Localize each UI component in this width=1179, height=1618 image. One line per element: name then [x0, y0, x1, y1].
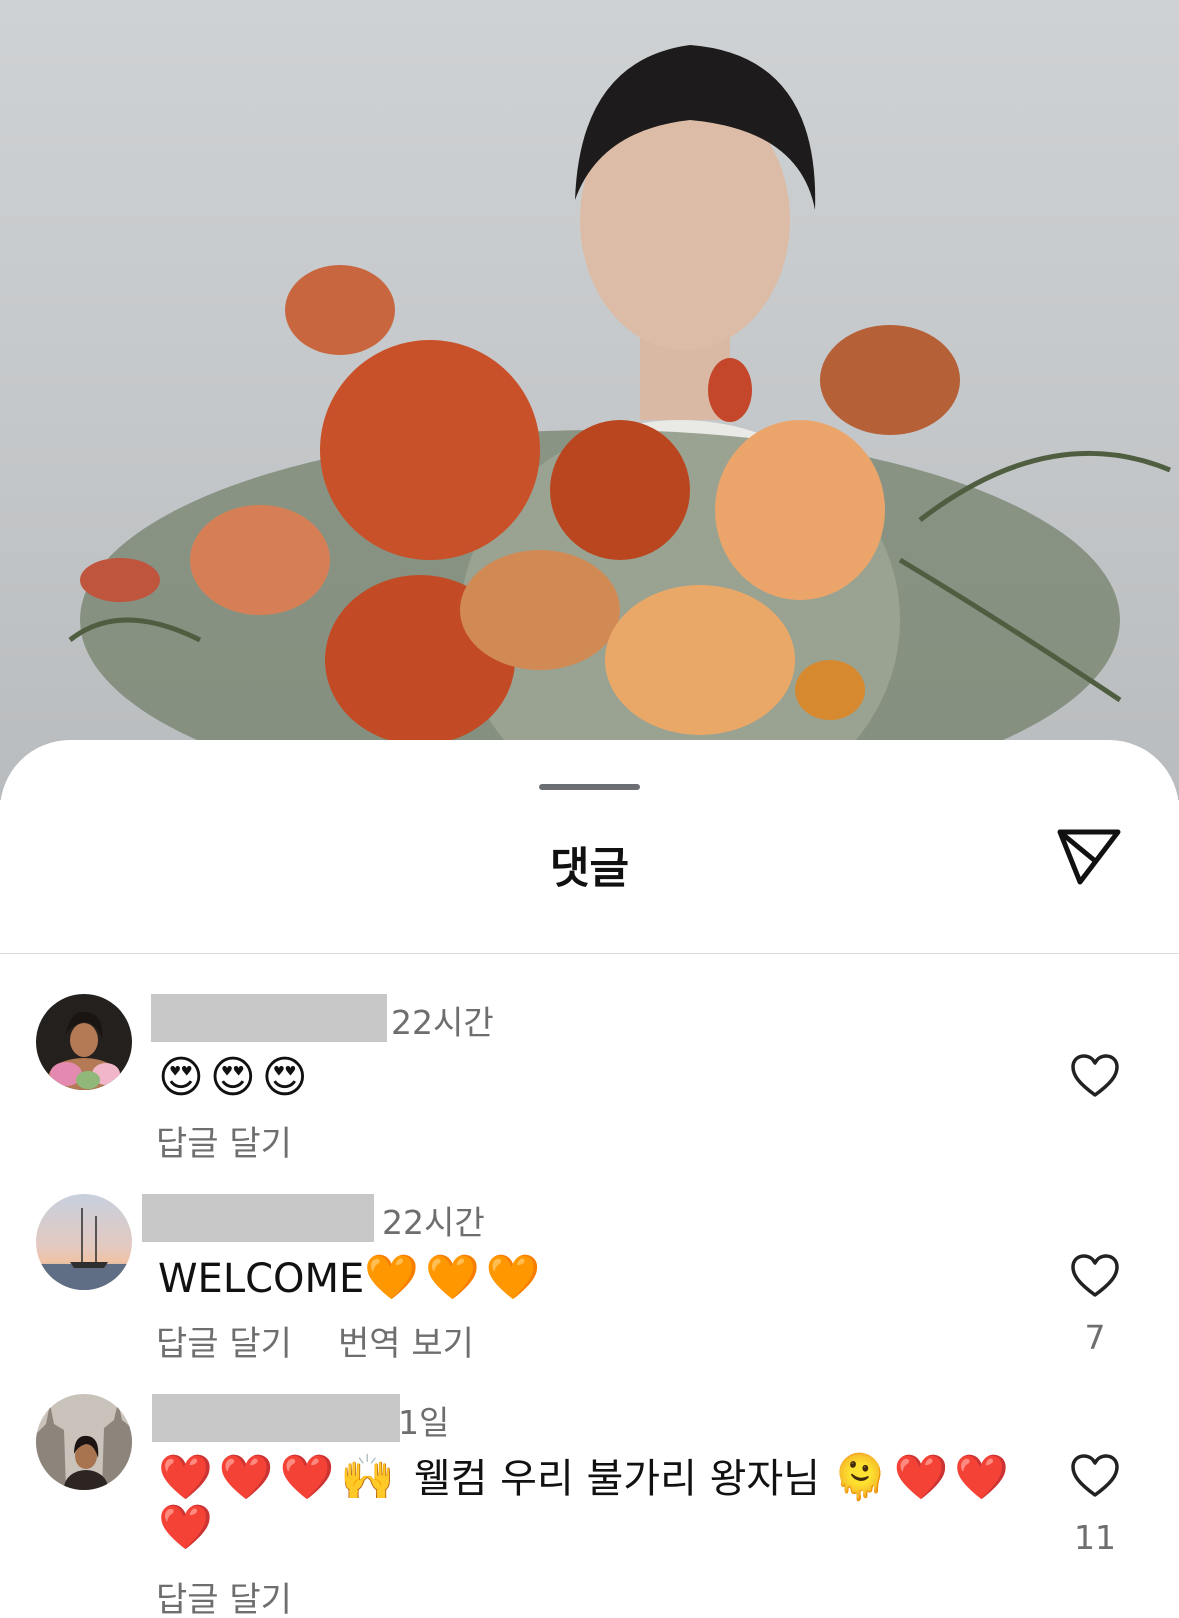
comment-text: ❤️❤️❤️🙌 웰컴 우리 불가리 왕자님 🫠❤️❤️ [158, 1454, 1018, 1503]
avatar[interactable] [36, 1394, 132, 1490]
like-button[interactable] [1070, 1053, 1120, 1099]
heart-outline-icon [1071, 1454, 1119, 1497]
comment-text-emoji: 🧡🧡🧡 [364, 1252, 547, 1303]
comment-text-body: 웰컴 우리 불가리 왕자님 [413, 1456, 821, 1502]
divider [0, 953, 1179, 954]
heart-outline-icon [1071, 1054, 1119, 1097]
comment-text: 😍😍😍 [158, 1052, 314, 1103]
comment-text: WELCOME🧡🧡🧡 [158, 1254, 547, 1303]
like-count: 7 [1084, 1318, 1106, 1357]
comment-time: 22시간 [382, 1203, 485, 1242]
like-button[interactable] [1070, 1253, 1120, 1299]
username-redacted[interactable] [142, 1194, 374, 1242]
comment-text-body: WELCOME [158, 1256, 365, 1302]
reply-button[interactable]: 답글 달기 [156, 1572, 292, 1618]
share-button[interactable] [1052, 820, 1126, 894]
comment-time: 22시간 [391, 1003, 494, 1042]
reply-button[interactable]: 답글 달기 [156, 1316, 292, 1365]
comment-text-emoji: 🫠❤️❤️ [832, 1452, 1016, 1503]
avatar[interactable] [36, 994, 132, 1090]
comment-text-line2: ❤️ [158, 1502, 219, 1553]
post-photo [0, 0, 1179, 800]
sheet-title: 댓글 [549, 844, 630, 894]
heart-outline-icon [1071, 1254, 1119, 1297]
comments-sheet: 댓글 22시간 😍😍😍 답글 달기 22시간 WELCOME🧡🧡🧡 답글 달기 … [0, 740, 1179, 1618]
avatar[interactable] [36, 1194, 132, 1290]
comment-text-emoji: ❤️❤️❤️🙌 [158, 1452, 402, 1503]
reply-button[interactable]: 답글 달기 [156, 1116, 292, 1165]
like-button[interactable] [1070, 1453, 1120, 1499]
like-count: 11 [1074, 1518, 1116, 1557]
comment-time: 1일 [398, 1403, 450, 1442]
sheet-drag-handle[interactable] [539, 784, 640, 790]
paper-plane-icon [1057, 829, 1121, 885]
username-redacted[interactable] [151, 994, 387, 1042]
see-translation-button[interactable]: 번역 보기 [338, 1316, 474, 1365]
username-redacted[interactable] [152, 1394, 400, 1442]
